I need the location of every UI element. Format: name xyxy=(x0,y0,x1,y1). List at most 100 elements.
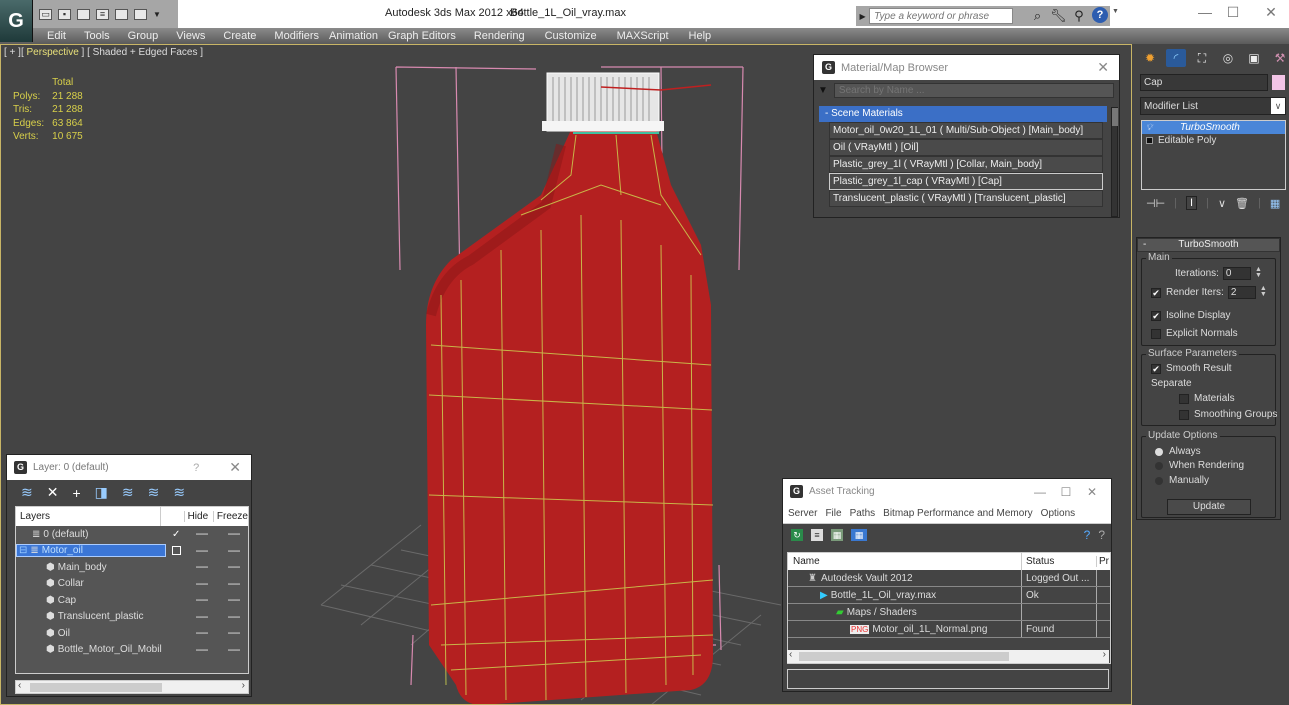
freeze-toggle[interactable]: ▬▬ xyxy=(228,548,240,554)
material-item-selected[interactable]: Plastic_grey_1l_cap ( VRayMtl ) [Cap] xyxy=(829,173,1103,190)
save-icon[interactable]: ▪ xyxy=(58,8,71,20)
expand-box-icon[interactable] xyxy=(1146,137,1153,144)
menu-file[interactable]: File xyxy=(825,508,841,519)
manually-radio[interactable] xyxy=(1155,476,1163,485)
smooth-result-checkbox[interactable]: ✔ xyxy=(1151,363,1161,374)
materials-checkbox[interactable] xyxy=(1179,393,1189,404)
explicit-normals-checkbox[interactable] xyxy=(1151,328,1161,339)
hide-toggle[interactable]: ▬▬ xyxy=(196,548,208,554)
close-icon[interactable]: ✕ xyxy=(229,459,241,476)
freeze-toggle[interactable]: ▬▬ xyxy=(228,597,240,603)
thumbnail-view-icon[interactable]: ▦ xyxy=(831,529,843,541)
object-row[interactable]: ⬢ Bottle_Motor_Oil_Mobil ▬▬ ▬▬ xyxy=(16,642,248,659)
asset-path-field[interactable] xyxy=(787,669,1109,689)
hide-toggle[interactable]: ▬▬ xyxy=(196,581,208,587)
close-icon[interactable]: ✕ xyxy=(1097,59,1109,76)
minimize-button[interactable]: — xyxy=(1027,485,1053,499)
show-end-result-icon[interactable]: I xyxy=(1186,196,1198,210)
freeze-toggle[interactable]: ▬▬ xyxy=(228,630,240,636)
material-item[interactable]: Plastic_grey_1l ( VRayMtl ) [Collar, Mai… xyxy=(829,156,1103,173)
menu-graph-editors[interactable]: Graph Editors xyxy=(388,30,456,42)
menu-tools[interactable]: Tools xyxy=(84,30,110,42)
project-icon[interactable]: ≡ xyxy=(96,8,109,20)
horizontal-scrollbar[interactable]: ‹ › xyxy=(787,649,1109,663)
maximize-button[interactable]: ☐ xyxy=(1053,485,1079,499)
redo-icon[interactable] xyxy=(134,8,147,20)
scene-materials-group[interactable]: - Scene Materials xyxy=(819,106,1107,122)
menu-help[interactable]: Help xyxy=(689,30,712,42)
column-name[interactable]: Name xyxy=(788,556,1021,567)
smoothing-groups-checkbox[interactable] xyxy=(1179,409,1189,420)
hide-toggle[interactable]: ▬▬ xyxy=(196,531,208,537)
menu-server[interactable]: Server xyxy=(788,508,817,519)
app-menu-button[interactable]: G xyxy=(0,0,33,42)
expand-arrow-icon[interactable]: ▶ xyxy=(856,12,869,21)
hide-toggle[interactable]: ▬▬ xyxy=(196,597,208,603)
layer-row-selected[interactable]: ⊟ ≣ Motor_oil ▬▬ ▬▬ xyxy=(16,543,248,560)
object-row[interactable]: ⬢ Translucent_plastic ▬▬ ▬▬ xyxy=(16,609,248,626)
hierarchy-tab-icon[interactable]: ⛶ xyxy=(1192,49,1212,67)
vertical-scrollbar[interactable] xyxy=(1111,107,1118,217)
undo-icon[interactable] xyxy=(115,8,128,20)
asset-row[interactable]: PNG Motor_oil_1L_Normal.png Found xyxy=(788,621,1110,638)
close-button[interactable]: ✕ xyxy=(1079,485,1105,499)
column-freeze[interactable]: Freeze xyxy=(212,511,248,522)
keyword-search-input[interactable] xyxy=(869,8,1014,24)
close-button[interactable]: ✕ xyxy=(1256,4,1286,24)
key-icon[interactable]: 🔧︎ xyxy=(1048,8,1069,24)
maximize-button[interactable]: ☐ xyxy=(1218,4,1248,24)
list-view-icon[interactable]: ≡ xyxy=(811,529,823,541)
help-dropdown-icon[interactable]: ▼ xyxy=(1112,8,1119,15)
column-hide[interactable]: Hide xyxy=(183,511,213,522)
asset-row[interactable]: ▰ Maps / Shaders xyxy=(788,604,1110,621)
hide-toggle[interactable]: ▬▬ xyxy=(196,614,208,620)
hide-toggle[interactable]: ▬▬ xyxy=(196,647,208,653)
viewport-shading-mode[interactable]: [ Shaded + Edged Faces ] xyxy=(87,47,203,58)
minimize-button[interactable]: — xyxy=(1190,4,1220,24)
display-tab-icon[interactable]: ▣ xyxy=(1244,49,1264,67)
viewport-label[interactable]: [ + ][ Perspective ] [ Shaded + Edged Fa… xyxy=(4,47,203,58)
configure-modifier-sets-icon[interactable]: ▦ xyxy=(1270,197,1280,210)
horizontal-scrollbar[interactable]: ‹ › xyxy=(15,680,249,694)
menu-rendering[interactable]: Rendering xyxy=(474,30,525,42)
asset-row[interactable]: ♜ Autodesk Vault 2012 Logged Out ... xyxy=(788,570,1110,587)
update-button[interactable]: Update xyxy=(1167,499,1251,515)
delete-layer-icon[interactable]: ✕ xyxy=(47,484,59,501)
create-tab-icon[interactable]: ✹ xyxy=(1140,49,1160,67)
scroll-left-icon[interactable]: ‹ xyxy=(789,649,792,660)
freeze-toggle[interactable]: ▬▬ xyxy=(228,531,240,537)
object-color-swatch[interactable] xyxy=(1272,75,1285,90)
object-name-field[interactable]: Cap xyxy=(1140,74,1268,91)
menu-maxscript[interactable]: MAXScript xyxy=(617,30,669,42)
freeze-toggle[interactable]: ▬▬ xyxy=(228,581,240,587)
options-dropdown-icon[interactable]: ▼ xyxy=(818,85,828,96)
always-radio[interactable] xyxy=(1155,447,1163,456)
chevron-down-icon[interactable]: ∨ xyxy=(1271,98,1285,114)
menu-views[interactable]: Views xyxy=(176,30,205,42)
table-view-icon[interactable]: ▦ xyxy=(851,529,867,541)
object-row[interactable]: ⬢ Oil ▬▬ ▬▬ xyxy=(16,625,248,642)
dropdown-arrow-icon[interactable]: ▼ xyxy=(153,10,161,19)
iterations-spinner[interactable]: 0 xyxy=(1222,267,1251,280)
render-iters-spinner[interactable]: 2 xyxy=(1227,286,1256,299)
asset-row[interactable]: ▶ Bottle_1L_Oil_vray.max Ok xyxy=(788,587,1110,604)
scrollbar-thumb[interactable] xyxy=(30,683,162,692)
add-to-layer-icon[interactable]: + xyxy=(72,485,80,501)
column-status[interactable]: Status xyxy=(1021,553,1096,570)
column-layers[interactable]: Layers xyxy=(16,511,160,522)
menu-edit[interactable]: Edit xyxy=(47,30,66,42)
create-layer-icon[interactable]: ≋ xyxy=(21,484,33,501)
material-item[interactable]: Translucent_plastic ( VRayMtl ) [Translu… xyxy=(829,190,1103,207)
object-row[interactable]: ⬢ Collar ▬▬ ▬▬ xyxy=(16,576,248,593)
freeze-layers-icon[interactable]: ≋ xyxy=(173,484,185,501)
remove-modifier-icon[interactable]: 🗑︎ xyxy=(1235,197,1249,210)
scroll-right-icon[interactable]: › xyxy=(242,680,245,691)
column-extra[interactable]: Pr xyxy=(1096,556,1109,567)
freeze-toggle[interactable]: ▬▬ xyxy=(228,647,240,653)
object-row[interactable]: ⬢ Cap ▬▬ ▬▬ xyxy=(16,592,248,609)
menu-options[interactable]: Options xyxy=(1041,508,1075,519)
help-icon[interactable]: ? xyxy=(1092,7,1108,23)
render-iters-checkbox[interactable]: ✔ xyxy=(1151,287,1161,298)
menu-animation[interactable]: Animation xyxy=(329,30,378,42)
current-layer-checkmark-icon[interactable]: ✓ xyxy=(172,529,180,540)
